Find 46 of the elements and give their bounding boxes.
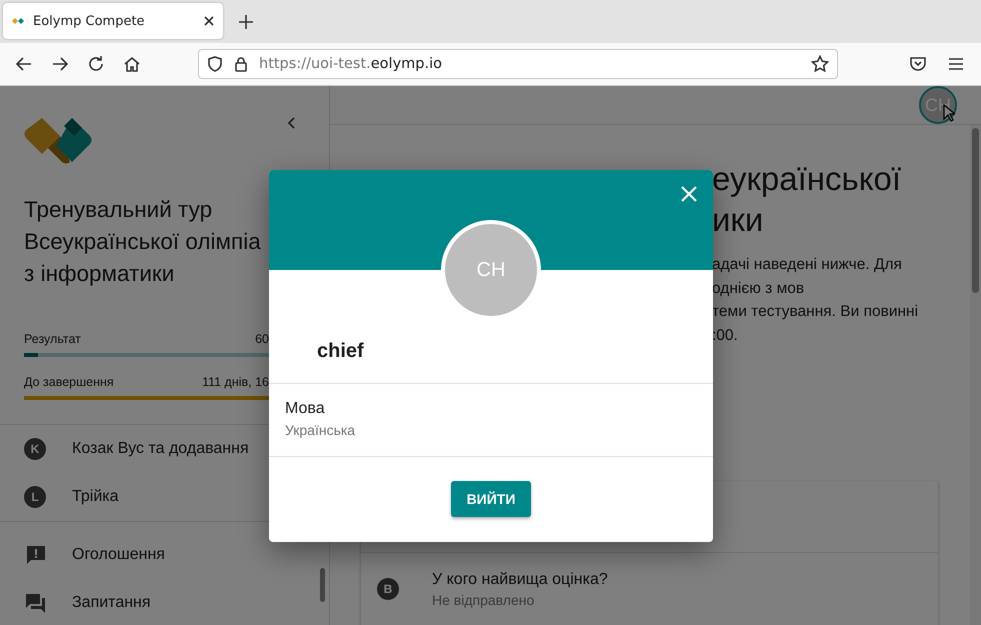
reload-icon[interactable]	[86, 54, 106, 74]
problem-name: Козак Вус та додавання	[72, 440, 249, 458]
contest-title-line: з інформатики	[24, 260, 174, 288]
page-heading-line: ики	[712, 200, 764, 240]
page-heading-line: еукраїнської	[712, 159, 902, 199]
scrollbar-thumb[interactable]	[320, 568, 325, 602]
nav-link-label: Оголошення	[72, 546, 165, 564]
problem-item[interactable]: L Трійка	[0, 473, 329, 521]
stat-value: 111 днів, 16	[202, 375, 269, 389]
home-icon[interactable]	[122, 54, 142, 74]
menu-icon[interactable]	[947, 55, 965, 73]
nav-link[interactable]: Запитання	[0, 579, 329, 625]
stat-label: Результат	[24, 332, 81, 346]
stat-value: 60	[255, 332, 269, 346]
problem-name: Трійка	[72, 488, 119, 506]
field-value: Українська	[285, 422, 356, 438]
logout-button[interactable]: ВИЙТИ	[450, 481, 532, 517]
address-bar[interactable]: https://uoi-test.eolymp.io	[198, 49, 838, 79]
close-icon[interactable]	[203, 15, 215, 27]
contest-title-line: Тренувальний тур	[24, 196, 212, 224]
browser-tab[interactable]: Eolymp Compete	[3, 3, 223, 39]
description-line: адачі наведені нижче. Для	[712, 255, 902, 275]
tab-title: Eolymp Compete	[33, 14, 146, 28]
problem-name: У кого найвища оцінка?	[432, 570, 608, 588]
stat-label: До завершення	[24, 375, 114, 389]
announcement-icon	[24, 544, 46, 566]
field-label: Мова	[285, 400, 326, 418]
nav-link-label: Запитання	[72, 594, 151, 612]
chat-icon	[24, 592, 46, 614]
pocket-icon[interactable]	[909, 55, 927, 73]
contest-title-line: Всеукраїнської олімпіа	[24, 228, 261, 256]
url-text: https://uoi-test.eolymp.io	[259, 56, 444, 72]
bookmark-star-icon[interactable]	[811, 55, 829, 73]
lock-icon	[233, 56, 249, 72]
nav-link[interactable]: Оголошення	[0, 531, 329, 579]
problem-status: Не відправлено	[432, 592, 536, 608]
shield-icon	[207, 56, 223, 72]
description-line: :00.	[712, 326, 738, 346]
description-line: однією з мов	[712, 278, 804, 298]
description-line: теми тестування. Ви повинні	[712, 302, 918, 322]
problem-letter: B	[377, 578, 399, 600]
problem-letter: L	[24, 486, 46, 508]
problem-letter: K	[24, 438, 46, 460]
scrollbar-thumb[interactable]	[972, 128, 979, 293]
new-tab-icon[interactable]	[237, 13, 255, 31]
problem-row[interactable]: B У кого найвища оцінка? Не відправлено	[361, 553, 938, 625]
